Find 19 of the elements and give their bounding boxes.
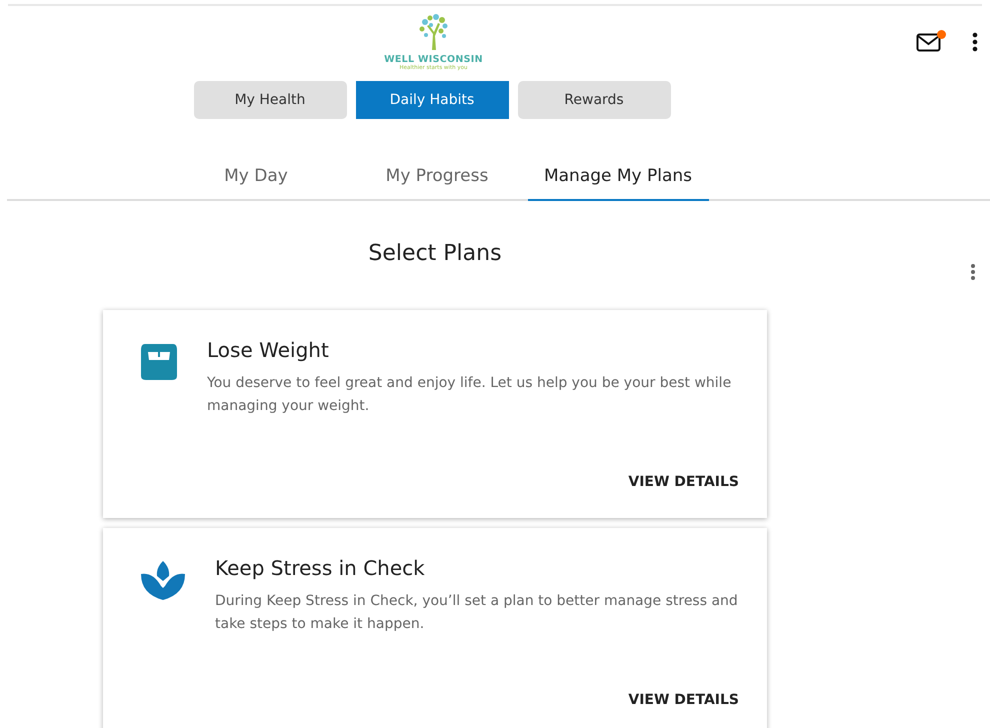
scale-icon xyxy=(139,342,179,382)
tab[interactable]: Rewards xyxy=(518,81,670,119)
plan-title: Keep Stress in Check xyxy=(215,556,426,580)
view-details-button[interactable]: VIEW DETAILS xyxy=(628,474,739,490)
view-details-button[interactable]: VIEW DETAILS xyxy=(628,692,739,708)
lotus-icon xyxy=(139,560,187,600)
tab[interactable]: My Progress xyxy=(346,152,528,201)
tree-logo-icon xyxy=(416,14,450,50)
tab[interactable]: My Day xyxy=(166,152,346,201)
mail-icon[interactable] xyxy=(916,32,942,52)
tab[interactable]: Manage My Plans xyxy=(528,152,708,201)
logo-text: WELL WISCONSIN xyxy=(384,54,483,65)
more-icon[interactable] xyxy=(972,32,978,52)
plan-description: You deserve to feel great and enjoy life. Let us help you be your best while managing your weight. xyxy=(207,374,732,416)
plan-title: Lose Weight xyxy=(207,338,330,362)
tab[interactable]: My Health xyxy=(194,81,346,119)
plan-description: During Keep Stress in Check, you’ll set a plan to better manage stress and take steps to make it happen. xyxy=(215,592,739,634)
tab[interactable]: Daily Habits xyxy=(356,81,508,119)
page-title: Select Plans xyxy=(367,241,503,266)
